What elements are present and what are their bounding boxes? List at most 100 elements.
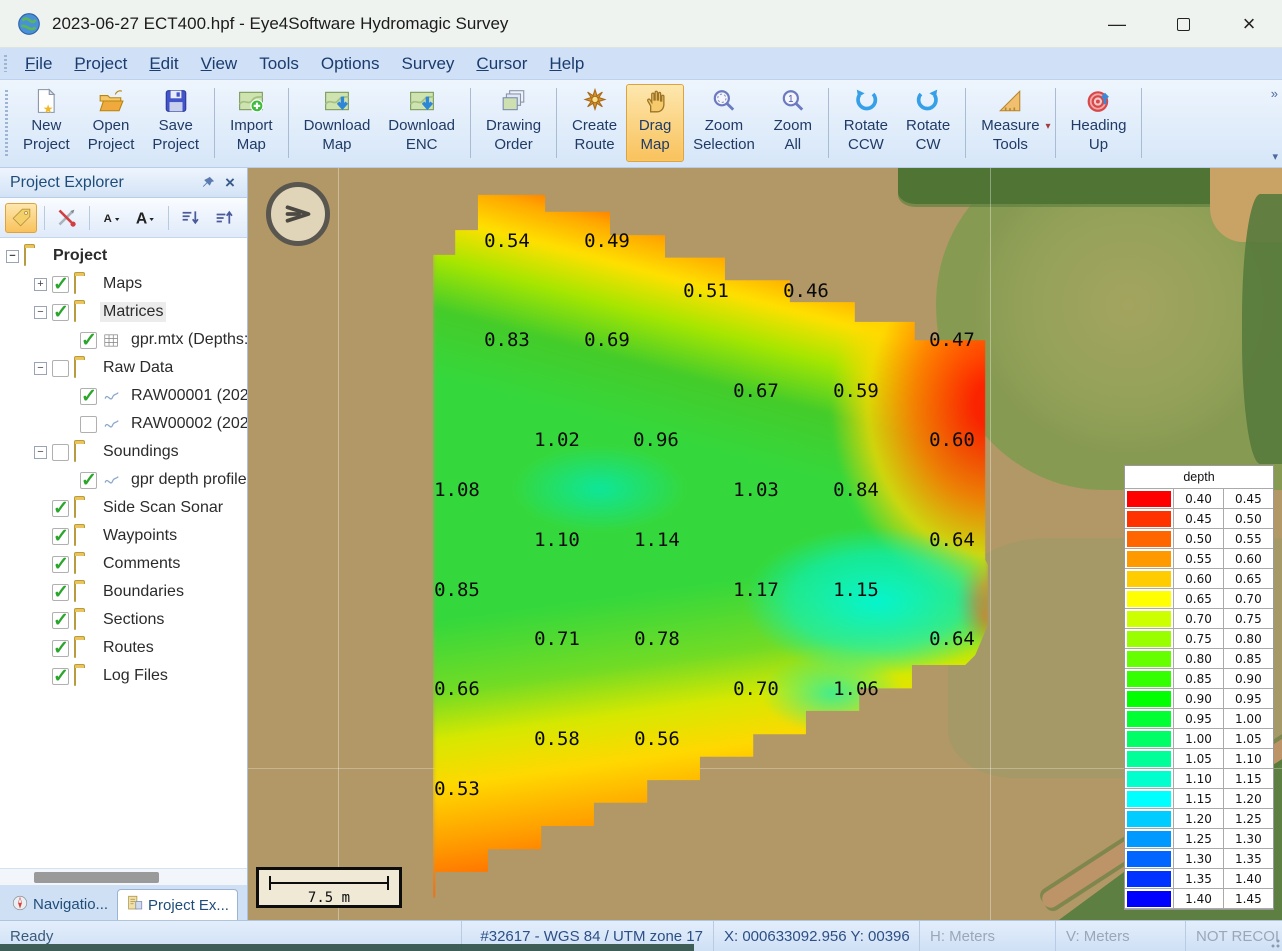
tree-item-raw00002-2023[interactable]: RAW00002 (2023 (0, 410, 247, 438)
tree-checkbox[interactable] (52, 665, 69, 688)
tab-project-explorer[interactable]: Project Ex... (117, 889, 238, 920)
drag-map-button[interactable]: Drag Map (626, 84, 685, 162)
tree-checkbox[interactable] (52, 581, 69, 604)
tree-checkbox[interactable] (80, 385, 97, 408)
map-view[interactable]: 0.54 0.49 0.51 0.46 0.83 0.69 0.47 0.67 0.59 1.02… (248, 168, 1282, 920)
tree-checkbox[interactable] (52, 637, 69, 660)
zoom-selection-icon (711, 88, 737, 114)
toolbar-overflow-chevron[interactable]: » (1271, 86, 1278, 101)
svg-text:A: A (103, 213, 111, 225)
legend-to-value: 0.75 (1223, 609, 1274, 629)
tree-checkbox[interactable] (52, 609, 69, 632)
tree-item-raw-data[interactable]: − Raw Data (0, 354, 247, 382)
measure-tools-icon (997, 88, 1023, 114)
wave-icon (102, 472, 123, 488)
toolbar-separator (965, 88, 967, 158)
tree-checkbox[interactable] (80, 469, 97, 492)
tree-item-side-scan-sonar[interactable]: Side Scan Sonar (0, 494, 247, 522)
tag-button[interactable] (5, 202, 37, 233)
tree-checkbox[interactable] (52, 497, 69, 520)
menu-item-tools[interactable]: Tools (248, 52, 310, 76)
rotate-ccw-button[interactable]: Rotate CCW (835, 84, 897, 162)
collapse-box[interactable]: − (6, 249, 19, 263)
collapse-box[interactable]: − (34, 305, 47, 319)
tree-checkbox[interactable] (52, 273, 69, 296)
tree-checkbox[interactable] (80, 329, 97, 352)
menu-item-project[interactable]: Project (63, 52, 138, 76)
legend-to-value: 0.50 (1223, 509, 1274, 529)
expand-box[interactable]: + (34, 277, 47, 291)
menu-item-cursor[interactable]: Cursor (465, 52, 538, 76)
collapse-box[interactable]: − (34, 361, 47, 375)
tree-checkbox[interactable] (52, 301, 69, 324)
maximize-button[interactable] (1150, 0, 1216, 48)
font-decrease-button[interactable]: A (95, 203, 127, 233)
tab-navigation[interactable]: Navigatio... (2, 889, 117, 920)
menu-item-file[interactable]: File (14, 52, 63, 76)
rotate-cw-button[interactable]: Rotate CW (897, 84, 959, 162)
menu-item-survey[interactable]: Survey (390, 52, 465, 76)
map-scale-bar: 7.5 m (256, 867, 402, 908)
tree-item-waypoints[interactable]: Waypoints (0, 522, 247, 550)
tree-item-sections[interactable]: Sections (0, 606, 247, 634)
pin-icon[interactable] (197, 172, 219, 194)
compass-heading-button[interactable] (266, 182, 330, 246)
depth-value-label: 0.54 (484, 230, 530, 252)
font-increase-button[interactable]: A (129, 203, 161, 233)
tree-horizontal-scrollbar[interactable] (0, 868, 247, 885)
menu-item-view[interactable]: View (190, 52, 249, 76)
tree-item-boundaries[interactable]: Boundaries (0, 578, 247, 606)
tree-item-label: Project (53, 247, 108, 264)
tree-checkbox[interactable] (52, 443, 69, 461)
download-enc-button[interactable]: Download ENC (379, 84, 464, 162)
tree-item-routes[interactable]: Routes (0, 634, 247, 662)
tree-item-gpr-depth-profile[interactable]: gpr depth profile (0, 466, 247, 494)
tree-item-comments[interactable]: Comments (0, 550, 247, 578)
open-project-button[interactable]: Open Project (79, 84, 144, 162)
tree-item-label: gpr depth profile (131, 471, 247, 488)
tree-checkbox[interactable] (80, 415, 97, 433)
tree-item-maps[interactable]: + Maps (0, 270, 247, 298)
sort-ascending-button[interactable] (208, 203, 240, 233)
new-project-button[interactable]: ★ New Project (14, 84, 79, 162)
import-map-button[interactable]: Import Map (221, 84, 282, 162)
tree-item-project[interactable]: − Project (0, 242, 247, 270)
measure-tools-button[interactable]: Measure Tools ▾ (972, 84, 1051, 162)
tree-item-label: Side Scan Sonar (103, 499, 224, 516)
resize-grip[interactable] (1268, 936, 1280, 948)
legend-color-swatch (1127, 730, 1172, 747)
zoom-all-button[interactable]: 1 Zoom All (764, 84, 822, 162)
tree-item-raw00001-2023[interactable]: RAW00001 (2023 (0, 382, 247, 410)
tree-item-matrices[interactable]: − Matrices (0, 298, 247, 326)
tools-button[interactable] (50, 203, 82, 233)
folder-icon (74, 583, 95, 602)
create-route-button[interactable]: Create Route (563, 84, 626, 162)
menu-item-help[interactable]: Help (538, 52, 595, 76)
panel-close-icon[interactable]: × (219, 172, 241, 194)
legend-from-value: 0.60 (1174, 569, 1224, 589)
collapse-box[interactable]: − (34, 445, 47, 459)
sort-descending-button[interactable] (174, 203, 206, 233)
dropdown-arrow-icon[interactable]: ▾ (1046, 121, 1051, 132)
heading-up-button[interactable]: Heading Up (1062, 84, 1136, 162)
zoom-selection-button[interactable]: Zoom Selection (684, 84, 764, 162)
tree-item-log-files[interactable]: Log Files (0, 662, 247, 690)
minimize-button[interactable]: — (1084, 0, 1150, 48)
tree-item-soundings[interactable]: − Soundings (0, 438, 247, 466)
close-button[interactable]: × (1216, 0, 1282, 48)
menu-item-edit[interactable]: Edit (138, 52, 189, 76)
save-project-button[interactable]: Save Project (143, 84, 208, 162)
tree-item-gpr-mtx-depths[interactable]: gpr.mtx (Depths: (0, 326, 247, 354)
tree-item-label: Sections (103, 611, 165, 628)
tree-checkbox[interactable] (52, 553, 69, 576)
scrollbar-thumb[interactable] (34, 872, 159, 883)
legend-row: 1.15 1.20 (1125, 789, 1274, 809)
menu-item-options[interactable]: Options (310, 52, 391, 76)
download-map-button[interactable]: Download Map (295, 84, 380, 162)
status-horizontal-units: H: Meters (919, 921, 1055, 951)
drawing-order-button[interactable]: Drawing Order (477, 84, 550, 162)
legend-from-value: 0.40 (1174, 489, 1224, 509)
toolbar-expand-icon[interactable]: ▾ (1272, 150, 1278, 163)
tree-checkbox[interactable] (52, 525, 69, 548)
tree-checkbox[interactable] (52, 359, 69, 377)
